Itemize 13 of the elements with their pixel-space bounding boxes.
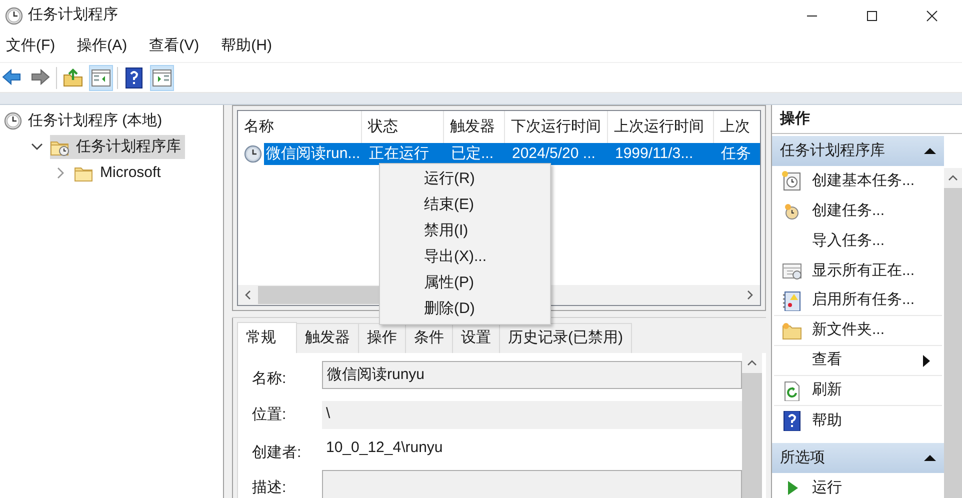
field-label: 描述:: [252, 478, 288, 498]
table-cell-text: 2024/5/20 ...: [511, 144, 596, 164]
table-cell-text: 微信阅读run...: [265, 144, 362, 164]
field-label: 创建者:: [252, 442, 302, 462]
read-only-field: \: [322, 400, 742, 428]
table-cell-text: 任务: [720, 144, 752, 164]
field-label: 位置:: [252, 404, 288, 424]
field-value: 10_0_12_4\runyu: [325, 438, 444, 458]
window-title: 任务计划程序: [28, 5, 118, 26]
table-cell-text: 正在运行: [368, 144, 430, 164]
table-cell-text: 1999/11/3...: [614, 144, 694, 164]
table-cell-text: 已定...: [450, 144, 495, 164]
field-label: 名称:: [252, 369, 288, 389]
